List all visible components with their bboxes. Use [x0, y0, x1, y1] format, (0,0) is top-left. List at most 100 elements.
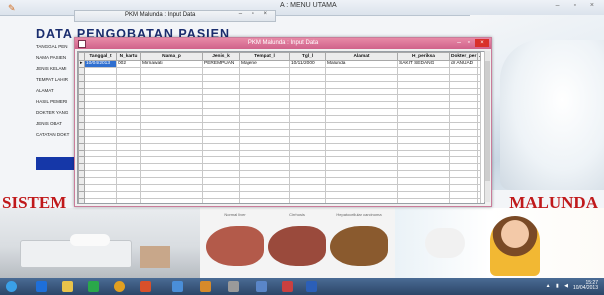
- table-cell[interactable]: [239, 190, 290, 199]
- table-cell[interactable]: [289, 149, 326, 158]
- table-cell[interactable]: [239, 122, 290, 130]
- table-cell[interactable]: [325, 190, 398, 199]
- column-header[interactable]: Alamat: [325, 52, 398, 61]
- table-cell[interactable]: [289, 197, 326, 203]
- empty-table-row[interactable]: [78, 142, 481, 151]
- table-cell[interactable]: [289, 190, 326, 199]
- table-cell[interactable]: [84, 101, 117, 110]
- table-cell[interactable]: [116, 87, 141, 96]
- main-window-controls[interactable]: – ▫ ×: [556, 2, 600, 9]
- start-icon[interactable]: [6, 281, 17, 292]
- table-cell[interactable]: [202, 80, 240, 89]
- table-cell[interactable]: [239, 87, 290, 96]
- table-cell[interactable]: [325, 128, 398, 137]
- table-cell[interactable]: [477, 177, 481, 186]
- table-cell[interactable]: [325, 142, 398, 151]
- table-cell[interactable]: [397, 87, 450, 96]
- maximize-button[interactable]: ▫: [468, 39, 470, 46]
- table-cell[interactable]: [477, 101, 481, 110]
- table-cell[interactable]: [116, 184, 141, 192]
- table-cell[interactable]: [397, 73, 450, 82]
- table-cell[interactable]: [84, 190, 117, 199]
- table-cell[interactable]: [140, 170, 203, 179]
- table-cell[interactable]: [325, 149, 398, 158]
- table-cell[interactable]: [449, 197, 478, 203]
- table-cell[interactable]: [449, 101, 478, 110]
- app-icon-gray[interactable]: [228, 281, 239, 292]
- table-cell[interactable]: [116, 73, 141, 82]
- table-cell[interactable]: [239, 66, 290, 75]
- empty-table-row[interactable]: [78, 122, 481, 130]
- column-header[interactable]: J: [477, 52, 481, 61]
- app-icon-blue[interactable]: [172, 281, 183, 292]
- table-cell[interactable]: PEREMPUAN: [202, 60, 240, 68]
- table-cell[interactable]: [449, 184, 478, 192]
- table-cell[interactable]: [325, 66, 398, 75]
- table-cell[interactable]: [289, 163, 326, 172]
- table-cell[interactable]: [289, 142, 326, 151]
- system-tray-icons[interactable]: ▲ ▮ ◀: [546, 283, 570, 289]
- table-cell[interactable]: [202, 177, 240, 186]
- table-cell[interactable]: SAKIT SEDANG: [397, 60, 450, 68]
- table-cell[interactable]: [116, 115, 141, 124]
- table-cell[interactable]: [449, 87, 478, 96]
- column-header[interactable]: Tanggal_t: [84, 52, 117, 61]
- table-cell[interactable]: [84, 128, 117, 137]
- table-cell[interactable]: [397, 197, 450, 203]
- table-cell[interactable]: [325, 184, 398, 192]
- table-cell[interactable]: [84, 108, 117, 117]
- empty-table-row[interactable]: [78, 73, 481, 82]
- table-cell[interactable]: [397, 101, 450, 110]
- table-cell[interactable]: [477, 66, 481, 75]
- table-row[interactable]: ▸ 10/04/2013 002 Mirnawati PEREMPUAN Maj…: [78, 60, 481, 68]
- table-cell[interactable]: [239, 80, 290, 89]
- table-cell[interactable]: [449, 149, 478, 158]
- table-cell[interactable]: [239, 156, 290, 165]
- table-cell[interactable]: [140, 163, 203, 172]
- table-cell[interactable]: [325, 73, 398, 82]
- table-cell[interactable]: [289, 73, 326, 82]
- empty-table-row[interactable]: [78, 135, 481, 144]
- scrollbar-thumb[interactable]: [485, 61, 490, 181]
- table-cell[interactable]: [239, 94, 290, 103]
- table-cell[interactable]: [477, 135, 481, 144]
- vertical-scrollbar[interactable]: [484, 51, 490, 202]
- table-cell[interactable]: 10/04/2013: [84, 60, 117, 68]
- table-cell[interactable]: [477, 170, 481, 179]
- table-cell[interactable]: [140, 115, 203, 124]
- table-cell[interactable]: [202, 184, 240, 192]
- table-cell[interactable]: [477, 60, 481, 68]
- table-cell[interactable]: [449, 128, 478, 137]
- table-cell[interactable]: [116, 122, 141, 130]
- column-header[interactable]: Tgl_l: [289, 52, 326, 61]
- close-button[interactable]: ×: [475, 39, 489, 47]
- table-cell[interactable]: [116, 197, 141, 203]
- table-cell[interactable]: [289, 101, 326, 110]
- table-cell[interactable]: [397, 135, 450, 144]
- table-cell[interactable]: [140, 80, 203, 89]
- table-cell[interactable]: [140, 190, 203, 199]
- table-cell[interactable]: [84, 87, 117, 96]
- table-cell[interactable]: [84, 73, 117, 82]
- table-cell[interactable]: [84, 122, 117, 130]
- table-cell[interactable]: [477, 197, 481, 203]
- table-cell[interactable]: [140, 156, 203, 165]
- table-cell[interactable]: [116, 80, 141, 89]
- table-cell[interactable]: [84, 149, 117, 158]
- column-header[interactable]: H_periksa: [397, 52, 450, 61]
- table-cell[interactable]: [477, 94, 481, 103]
- table-cell[interactable]: [449, 115, 478, 124]
- table-cell[interactable]: [202, 73, 240, 82]
- table-cell[interactable]: [397, 66, 450, 75]
- table-cell[interactable]: [140, 135, 203, 144]
- table-cell[interactable]: [325, 135, 398, 144]
- empty-table-row[interactable]: [78, 128, 481, 137]
- table-cell[interactable]: [289, 177, 326, 186]
- table-cell[interactable]: [116, 94, 141, 103]
- table-cell[interactable]: [116, 177, 141, 186]
- table-cell[interactable]: [84, 197, 117, 203]
- table-cell[interactable]: 002: [116, 60, 141, 68]
- table-cell[interactable]: [289, 94, 326, 103]
- table-cell[interactable]: [397, 184, 450, 192]
- table-cell[interactable]: [84, 115, 117, 124]
